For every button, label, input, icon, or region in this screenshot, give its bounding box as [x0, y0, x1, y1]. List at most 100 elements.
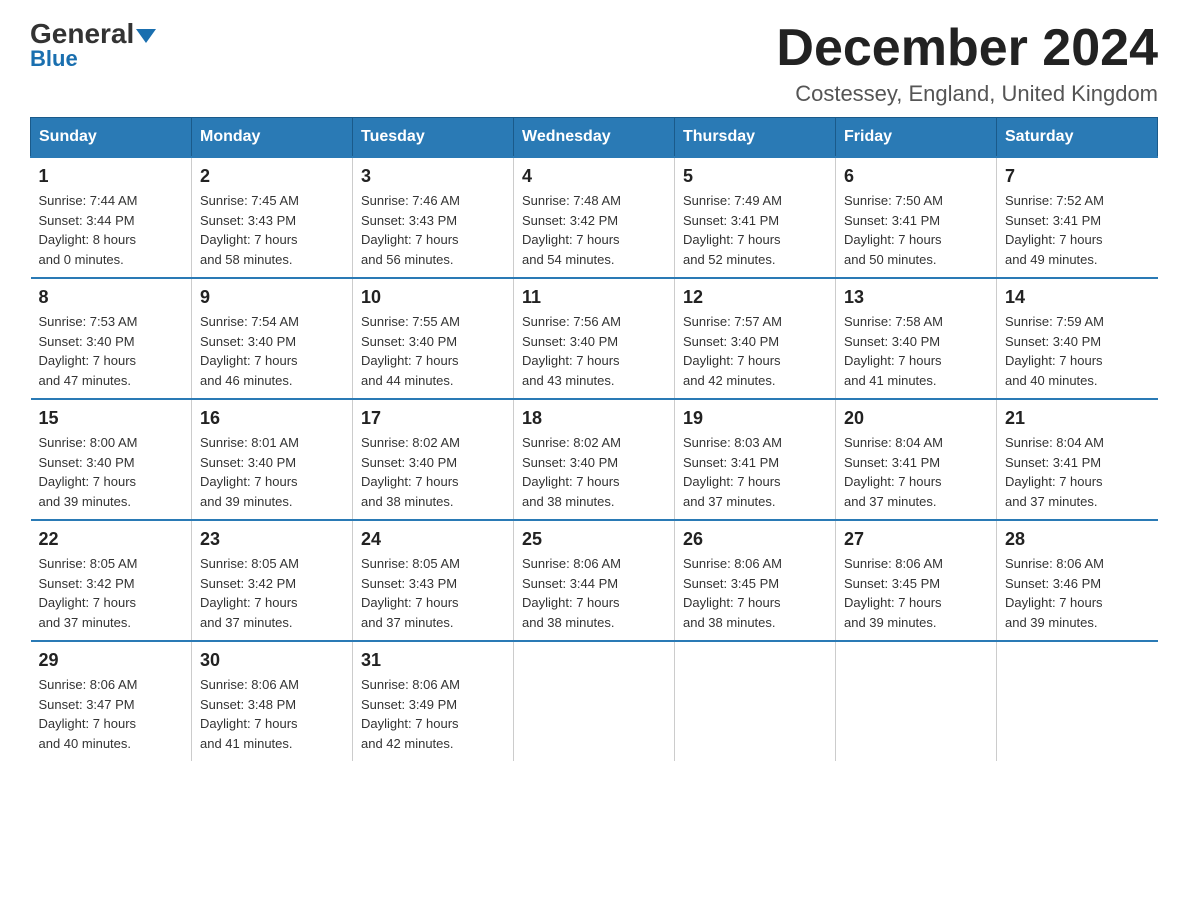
day-number: 13	[844, 287, 988, 308]
weekday-header-row: SundayMondayTuesdayWednesdayThursdayFrid…	[31, 118, 1158, 158]
calendar-cell: 16 Sunrise: 8:01 AM Sunset: 3:40 PM Dayl…	[192, 399, 353, 520]
weekday-header-saturday: Saturday	[997, 118, 1158, 158]
day-info: Sunrise: 8:05 AM Sunset: 3:43 PM Dayligh…	[361, 554, 505, 632]
day-number: 26	[683, 529, 827, 550]
day-info: Sunrise: 7:46 AM Sunset: 3:43 PM Dayligh…	[361, 191, 505, 269]
day-number: 8	[39, 287, 184, 308]
calendar-cell: 14 Sunrise: 7:59 AM Sunset: 3:40 PM Dayl…	[997, 278, 1158, 399]
day-info: Sunrise: 7:44 AM Sunset: 3:44 PM Dayligh…	[39, 191, 184, 269]
day-number: 18	[522, 408, 666, 429]
calendar-cell: 4 Sunrise: 7:48 AM Sunset: 3:42 PM Dayli…	[514, 157, 675, 278]
day-number: 16	[200, 408, 344, 429]
day-info: Sunrise: 7:56 AM Sunset: 3:40 PM Dayligh…	[522, 312, 666, 390]
day-number: 15	[39, 408, 184, 429]
page-title: December 2024	[776, 20, 1158, 77]
calendar-cell: 21 Sunrise: 8:04 AM Sunset: 3:41 PM Dayl…	[997, 399, 1158, 520]
calendar-cell	[997, 641, 1158, 761]
calendar-cell	[836, 641, 997, 761]
day-number: 28	[1005, 529, 1150, 550]
calendar-cell: 20 Sunrise: 8:04 AM Sunset: 3:41 PM Dayl…	[836, 399, 997, 520]
day-info: Sunrise: 8:00 AM Sunset: 3:40 PM Dayligh…	[39, 433, 184, 511]
calendar-cell: 22 Sunrise: 8:05 AM Sunset: 3:42 PM Dayl…	[31, 520, 192, 641]
calendar-cell: 24 Sunrise: 8:05 AM Sunset: 3:43 PM Dayl…	[353, 520, 514, 641]
day-info: Sunrise: 8:05 AM Sunset: 3:42 PM Dayligh…	[39, 554, 184, 632]
day-number: 5	[683, 166, 827, 187]
day-number: 31	[361, 650, 505, 671]
day-number: 4	[522, 166, 666, 187]
calendar-cell: 3 Sunrise: 7:46 AM Sunset: 3:43 PM Dayli…	[353, 157, 514, 278]
calendar-cell: 5 Sunrise: 7:49 AM Sunset: 3:41 PM Dayli…	[675, 157, 836, 278]
weekday-header-monday: Monday	[192, 118, 353, 158]
day-number: 21	[1005, 408, 1150, 429]
calendar-cell: 10 Sunrise: 7:55 AM Sunset: 3:40 PM Dayl…	[353, 278, 514, 399]
day-info: Sunrise: 8:06 AM Sunset: 3:45 PM Dayligh…	[844, 554, 988, 632]
day-number: 27	[844, 529, 988, 550]
day-number: 2	[200, 166, 344, 187]
calendar-cell: 15 Sunrise: 8:00 AM Sunset: 3:40 PM Dayl…	[31, 399, 192, 520]
day-number: 9	[200, 287, 344, 308]
day-info: Sunrise: 8:06 AM Sunset: 3:48 PM Dayligh…	[200, 675, 344, 753]
calendar-week-row: 1 Sunrise: 7:44 AM Sunset: 3:44 PM Dayli…	[31, 157, 1158, 278]
day-info: Sunrise: 8:06 AM Sunset: 3:46 PM Dayligh…	[1005, 554, 1150, 632]
day-info: Sunrise: 8:04 AM Sunset: 3:41 PM Dayligh…	[1005, 433, 1150, 511]
day-info: Sunrise: 7:49 AM Sunset: 3:41 PM Dayligh…	[683, 191, 827, 269]
day-number: 20	[844, 408, 988, 429]
calendar-cell: 18 Sunrise: 8:02 AM Sunset: 3:40 PM Dayl…	[514, 399, 675, 520]
day-number: 1	[39, 166, 184, 187]
day-number: 3	[361, 166, 505, 187]
day-info: Sunrise: 8:06 AM Sunset: 3:44 PM Dayligh…	[522, 554, 666, 632]
page-header: General Blue December 2024 Costessey, En…	[30, 20, 1158, 107]
calendar-cell: 28 Sunrise: 8:06 AM Sunset: 3:46 PM Dayl…	[997, 520, 1158, 641]
day-number: 6	[844, 166, 988, 187]
calendar-cell: 13 Sunrise: 7:58 AM Sunset: 3:40 PM Dayl…	[836, 278, 997, 399]
day-info: Sunrise: 8:03 AM Sunset: 3:41 PM Dayligh…	[683, 433, 827, 511]
logo: General Blue	[30, 20, 156, 72]
title-block: December 2024 Costessey, England, United…	[776, 20, 1158, 107]
calendar-week-row: 15 Sunrise: 8:00 AM Sunset: 3:40 PM Dayl…	[31, 399, 1158, 520]
day-info: Sunrise: 7:48 AM Sunset: 3:42 PM Dayligh…	[522, 191, 666, 269]
day-info: Sunrise: 7:55 AM Sunset: 3:40 PM Dayligh…	[361, 312, 505, 390]
calendar-cell: 29 Sunrise: 8:06 AM Sunset: 3:47 PM Dayl…	[31, 641, 192, 761]
weekday-header-thursday: Thursday	[675, 118, 836, 158]
day-number: 25	[522, 529, 666, 550]
day-info: Sunrise: 8:06 AM Sunset: 3:45 PM Dayligh…	[683, 554, 827, 632]
logo-triangle-icon	[136, 29, 156, 43]
calendar-cell	[514, 641, 675, 761]
day-number: 10	[361, 287, 505, 308]
day-info: Sunrise: 7:52 AM Sunset: 3:41 PM Dayligh…	[1005, 191, 1150, 269]
calendar-cell: 9 Sunrise: 7:54 AM Sunset: 3:40 PM Dayli…	[192, 278, 353, 399]
day-info: Sunrise: 8:06 AM Sunset: 3:47 PM Dayligh…	[39, 675, 184, 753]
day-number: 11	[522, 287, 666, 308]
day-number: 29	[39, 650, 184, 671]
logo-blue: Blue	[30, 46, 78, 72]
calendar-cell: 30 Sunrise: 8:06 AM Sunset: 3:48 PM Dayl…	[192, 641, 353, 761]
day-number: 30	[200, 650, 344, 671]
day-info: Sunrise: 7:57 AM Sunset: 3:40 PM Dayligh…	[683, 312, 827, 390]
weekday-header-sunday: Sunday	[31, 118, 192, 158]
calendar-week-row: 29 Sunrise: 8:06 AM Sunset: 3:47 PM Dayl…	[31, 641, 1158, 761]
calendar-cell: 7 Sunrise: 7:52 AM Sunset: 3:41 PM Dayli…	[997, 157, 1158, 278]
day-number: 12	[683, 287, 827, 308]
page-subtitle: Costessey, England, United Kingdom	[776, 81, 1158, 107]
day-info: Sunrise: 8:05 AM Sunset: 3:42 PM Dayligh…	[200, 554, 344, 632]
day-info: Sunrise: 8:01 AM Sunset: 3:40 PM Dayligh…	[200, 433, 344, 511]
logo-general: General	[30, 20, 156, 48]
day-info: Sunrise: 7:59 AM Sunset: 3:40 PM Dayligh…	[1005, 312, 1150, 390]
calendar-cell: 27 Sunrise: 8:06 AM Sunset: 3:45 PM Dayl…	[836, 520, 997, 641]
calendar-body: 1 Sunrise: 7:44 AM Sunset: 3:44 PM Dayli…	[31, 157, 1158, 761]
day-info: Sunrise: 7:53 AM Sunset: 3:40 PM Dayligh…	[39, 312, 184, 390]
day-number: 14	[1005, 287, 1150, 308]
day-info: Sunrise: 8:04 AM Sunset: 3:41 PM Dayligh…	[844, 433, 988, 511]
day-number: 24	[361, 529, 505, 550]
calendar-header: SundayMondayTuesdayWednesdayThursdayFrid…	[31, 118, 1158, 158]
day-info: Sunrise: 7:54 AM Sunset: 3:40 PM Dayligh…	[200, 312, 344, 390]
calendar-cell: 26 Sunrise: 8:06 AM Sunset: 3:45 PM Dayl…	[675, 520, 836, 641]
day-info: Sunrise: 7:58 AM Sunset: 3:40 PM Dayligh…	[844, 312, 988, 390]
calendar-week-row: 8 Sunrise: 7:53 AM Sunset: 3:40 PM Dayli…	[31, 278, 1158, 399]
day-info: Sunrise: 8:02 AM Sunset: 3:40 PM Dayligh…	[522, 433, 666, 511]
calendar-cell: 25 Sunrise: 8:06 AM Sunset: 3:44 PM Dayl…	[514, 520, 675, 641]
calendar-cell: 23 Sunrise: 8:05 AM Sunset: 3:42 PM Dayl…	[192, 520, 353, 641]
day-number: 23	[200, 529, 344, 550]
calendar-cell	[675, 641, 836, 761]
calendar-cell: 11 Sunrise: 7:56 AM Sunset: 3:40 PM Dayl…	[514, 278, 675, 399]
